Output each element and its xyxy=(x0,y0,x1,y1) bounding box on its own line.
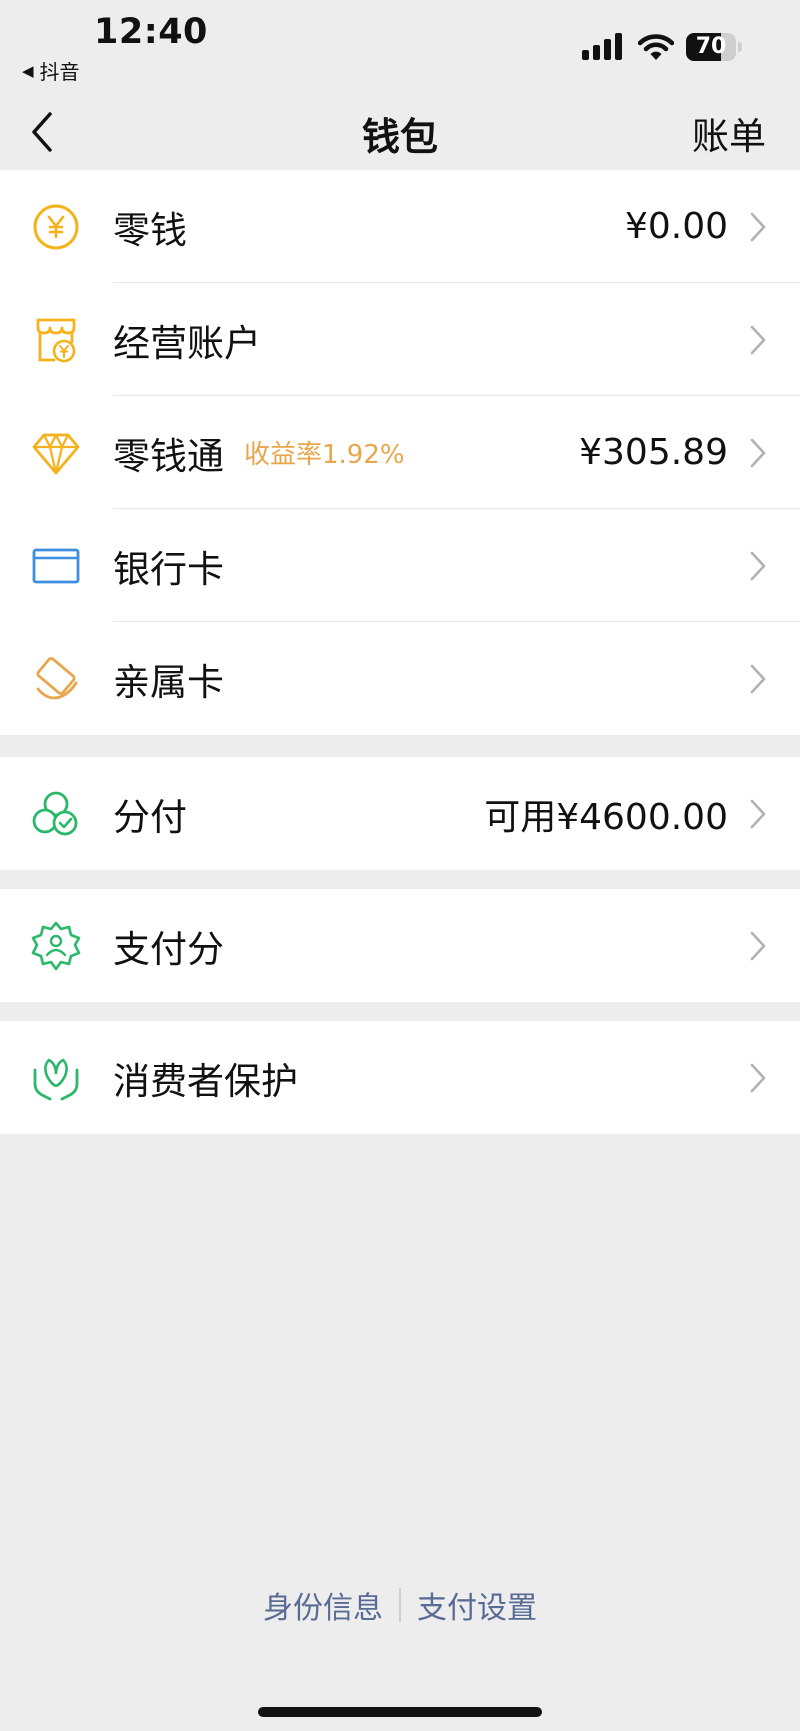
wallet-item-label: 亲属卡 xyxy=(113,660,224,704)
battery-icon: 70 xyxy=(686,33,742,61)
wallet-main-group: 零钱 ¥0.00 经营账户 零钱通 收益率1.92% ¥305.89 银行卡 亲… xyxy=(0,170,800,735)
wallet-item-bank-card[interactable]: 银行卡 xyxy=(0,509,800,622)
chevron-right-icon xyxy=(750,212,766,241)
shop-icon xyxy=(36,318,76,362)
wallet-item-pay-score[interactable]: 支付分 xyxy=(0,889,800,1002)
yield-rate-badge: 收益率1.92% xyxy=(244,440,405,470)
chevron-right-icon xyxy=(750,551,766,580)
home-indicator[interactable] xyxy=(258,1707,542,1717)
wallet-item-lingqiantong[interactable]: 零钱通 收益率1.92% ¥305.89 xyxy=(0,396,800,509)
chevron-right-icon xyxy=(750,1063,766,1092)
status-bar: 12:40 ◀ 抖音 70 xyxy=(0,0,800,92)
back-to-app-button[interactable]: ◀ 抖音 xyxy=(22,56,80,85)
family-card-icon xyxy=(36,656,78,699)
pay-score-icon xyxy=(31,921,81,970)
lingqiantong-balance: ¥305.89 xyxy=(579,432,728,473)
wallet-item-label: 分付 xyxy=(113,795,187,839)
battery-level: 70 xyxy=(695,34,727,59)
wallet-item-label: 零钱 xyxy=(113,208,187,252)
chevron-right-icon xyxy=(750,325,766,354)
back-app-label: 抖音 xyxy=(39,60,80,84)
wallet-item-label: 消费者保护 xyxy=(113,1059,298,1103)
credit-group: 分付 可用¥4600.00 xyxy=(0,757,800,870)
wallet-item-family-card[interactable]: 亲属卡 xyxy=(0,622,800,735)
pay-score-group: 支付分 xyxy=(0,889,800,1002)
status-indicators: 70 xyxy=(582,32,742,62)
protection-group: 消费者保护 xyxy=(0,1021,800,1134)
wallet-item-change[interactable]: 零钱 ¥0.00 xyxy=(0,170,800,283)
diamond-icon xyxy=(32,433,80,474)
change-balance: ¥0.00 xyxy=(624,206,728,247)
wallet-item-fenfu[interactable]: 分付 可用¥4600.00 xyxy=(0,757,800,870)
fenfu-available: 可用¥4600.00 xyxy=(484,796,728,838)
wallet-item-label: 银行卡 xyxy=(113,547,224,591)
navigation-bar: 钱包 账单 xyxy=(0,92,800,170)
chevron-right-icon xyxy=(750,438,766,467)
protection-hands-icon xyxy=(33,1058,79,1100)
wifi-icon xyxy=(638,34,674,60)
wallet-item-business-account[interactable]: 经营账户 xyxy=(0,283,800,396)
pay-settings-link[interactable]: 支付设置 xyxy=(417,1583,537,1627)
chevron-right-icon xyxy=(750,664,766,693)
chevron-right-icon xyxy=(750,799,766,828)
bill-button[interactable]: 账单 xyxy=(692,106,766,160)
cellular-signal-icon xyxy=(582,33,622,60)
back-triangle-icon: ◀ xyxy=(22,61,34,80)
identity-info-link[interactable]: 身份信息 xyxy=(263,1583,383,1627)
wallet-item-consumer-protection[interactable]: 消费者保护 xyxy=(0,1021,800,1134)
footer-divider xyxy=(399,1588,401,1622)
wallet-item-label: 经营账户 xyxy=(113,321,261,365)
chevron-right-icon xyxy=(750,931,766,960)
yuan-coin-icon xyxy=(33,204,79,249)
footer-links: 身份信息 支付设置 xyxy=(0,1583,800,1627)
page-title: 钱包 xyxy=(361,115,438,159)
wallet-item-label: 支付分 xyxy=(113,927,224,971)
fenfu-icon xyxy=(32,791,78,835)
status-time: 12:40 xyxy=(94,12,208,52)
bank-card-icon xyxy=(32,548,80,583)
wallet-item-label: 零钱通 xyxy=(113,434,224,478)
